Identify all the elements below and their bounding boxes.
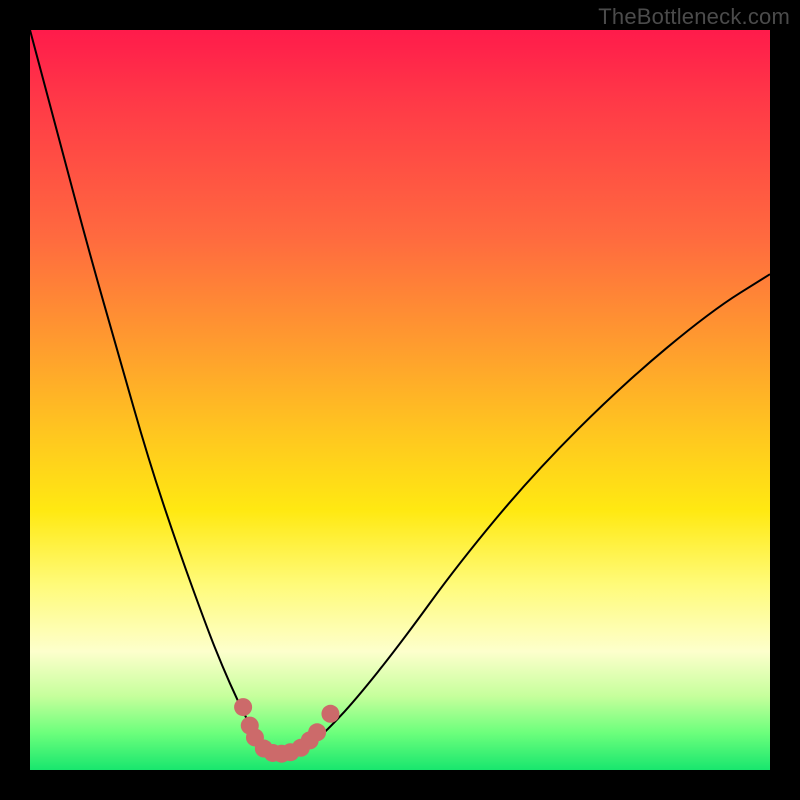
bottleneck-curve: [30, 30, 770, 754]
chart-frame: TheBottleneck.com: [0, 0, 800, 800]
marker-dot: [234, 698, 252, 716]
watermark-text: TheBottleneck.com: [598, 4, 790, 30]
bottleneck-curve-svg: [30, 30, 770, 770]
marker-dot: [321, 705, 339, 723]
plot-area: [30, 30, 770, 770]
marker-dot: [308, 723, 326, 741]
curve-markers: [234, 698, 339, 763]
